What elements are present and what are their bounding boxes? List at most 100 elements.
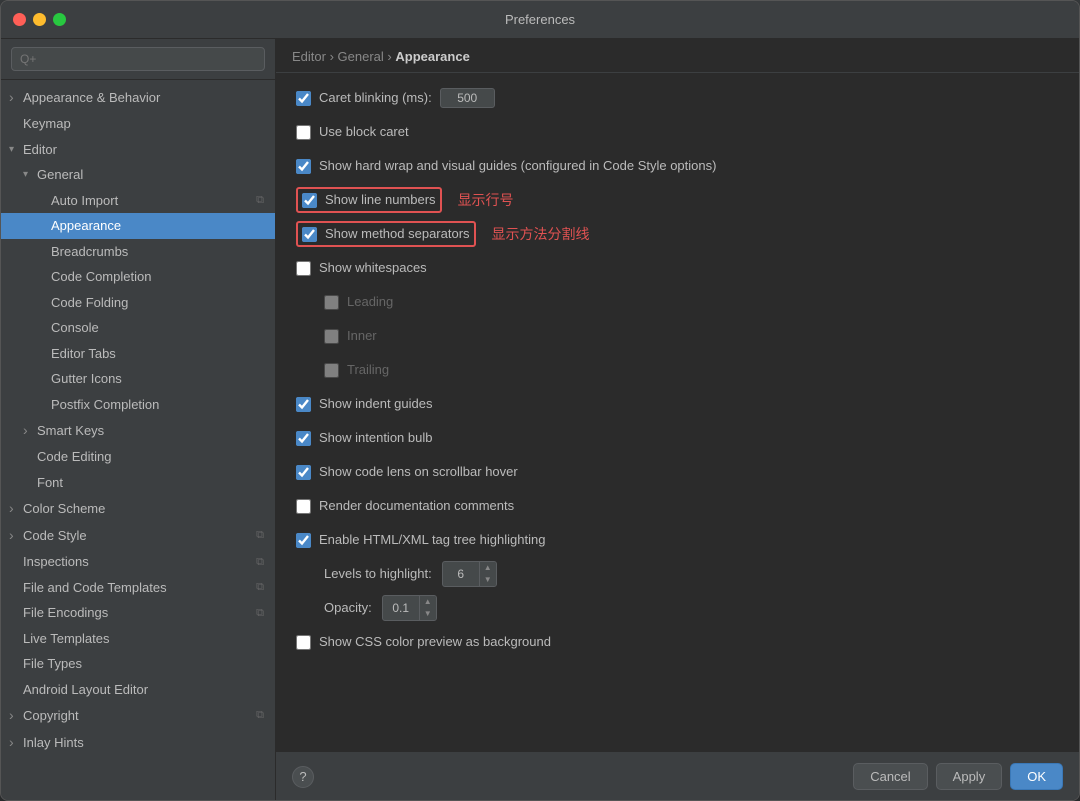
leading-row: Leading (296, 289, 1059, 315)
show-indent-guides-label: Show indent guides (319, 395, 432, 413)
sidebar-item-postfix-completion[interactable]: Postfix Completion (1, 392, 275, 418)
sidebar-item-code-folding[interactable]: Code Folding (1, 290, 275, 316)
show-indent-guides-checkbox[interactable] (296, 397, 311, 412)
show-line-numbers-checkbox[interactable] (302, 193, 317, 208)
sidebar-item-general[interactable]: General (1, 162, 275, 188)
show-hard-wrap-row: Show hard wrap and visual guides (config… (296, 153, 1059, 179)
copy-icon: ⧉ (253, 193, 267, 207)
caret-blinking-row: Caret blinking (ms): (296, 85, 1059, 111)
settings-content: Caret blinking (ms): Use block caret Sho… (276, 73, 1079, 752)
sidebar-item-editor[interactable]: Editor (1, 137, 275, 163)
use-block-caret-checkbox[interactable] (296, 125, 311, 140)
maximize-button[interactable] (53, 13, 66, 26)
preferences-dialog: Preferences Appearance & Behavior Keymap (0, 0, 1080, 801)
breadcrumb-appearance: Appearance (395, 49, 469, 64)
sidebar-item-android-layout-editor[interactable]: Android Layout Editor (1, 677, 275, 703)
sidebar-item-label: Code Folding (51, 293, 128, 313)
opacity-down-button[interactable]: ▼ (420, 608, 436, 620)
minimize-button[interactable] (33, 13, 46, 26)
caret-blinking-checkbox[interactable] (296, 91, 311, 106)
sidebar-item-color-scheme[interactable]: Color Scheme (1, 495, 275, 522)
sidebar-item-file-types[interactable]: File Types (1, 651, 275, 677)
render-doc-comments-row: Render documentation comments (296, 493, 1059, 519)
sidebar-item-console[interactable]: Console (1, 315, 275, 341)
search-box (1, 39, 275, 80)
render-doc-comments-checkbox[interactable] (296, 499, 311, 514)
arrow-icon (9, 705, 23, 726)
cancel-button[interactable]: Cancel (853, 763, 927, 790)
apply-button[interactable]: Apply (936, 763, 1003, 790)
breadcrumb: Editor › General › Appearance (276, 39, 1079, 73)
spinner-up-button[interactable]: ▲ (480, 562, 496, 574)
sidebar-item-gutter-icons[interactable]: Gutter Icons (1, 366, 275, 392)
sidebar-item-label: Postfix Completion (51, 395, 159, 415)
sidebar-item-code-editing[interactable]: Code Editing (1, 444, 275, 470)
inner-checkbox[interactable] (324, 329, 339, 344)
close-button[interactable] (13, 13, 26, 26)
show-css-preview-label: Show CSS color preview as background (319, 633, 551, 651)
sidebar-item-label: Code Completion (51, 267, 151, 287)
opacity-up-button[interactable]: ▲ (420, 596, 436, 608)
sidebar-item-label: Appearance (51, 216, 121, 236)
sidebar-item-live-templates[interactable]: Live Templates (1, 626, 275, 652)
sidebar-item-copyright[interactable]: Copyright ⧉ (1, 702, 275, 729)
annotation-method-separators: 显示方法分割线 (492, 224, 590, 244)
show-line-numbers-label: Show line numbers (325, 191, 436, 209)
caret-blinking-label: Caret blinking (ms): (319, 89, 432, 107)
opacity-spinner-buttons: ▲ ▼ (419, 596, 436, 620)
opacity-label: Opacity: (324, 599, 372, 617)
enable-html-xml-checkbox[interactable] (296, 533, 311, 548)
breadcrumb-general: General (338, 49, 384, 64)
sidebar-item-breadcrumbs[interactable]: Breadcrumbs (1, 239, 275, 265)
sidebar-item-editor-tabs[interactable]: Editor Tabs (1, 341, 275, 367)
opacity-row: Opacity: 0.1 ▲ ▼ (296, 595, 1059, 621)
sidebar-item-inlay-hints[interactable]: Inlay Hints (1, 729, 275, 756)
leading-checkbox[interactable] (324, 295, 339, 310)
copy-icon: ⧉ (253, 580, 267, 594)
ok-button[interactable]: OK (1010, 763, 1063, 790)
enable-html-xml-label: Enable HTML/XML tag tree highlighting (319, 531, 545, 549)
sidebar-item-label: Code Style (23, 526, 87, 546)
trailing-checkbox[interactable] (324, 363, 339, 378)
use-block-caret-label: Use block caret (319, 123, 409, 141)
show-code-lens-checkbox[interactable] (296, 465, 311, 480)
sidebar-item-label: General (37, 165, 83, 185)
sidebar-item-code-style[interactable]: Code Style ⧉ (1, 522, 275, 549)
arrow-icon (9, 732, 23, 753)
dialog-footer: ? Cancel Apply OK (276, 752, 1079, 800)
show-line-numbers-highlight: Show line numbers (296, 187, 442, 213)
sidebar-item-label: Auto Import (51, 191, 118, 211)
sidebar-item-label: Console (51, 318, 99, 338)
sidebar-item-label: Appearance & Behavior (23, 88, 160, 108)
help-button[interactable]: ? (292, 766, 314, 788)
show-css-preview-checkbox[interactable] (296, 635, 311, 650)
sidebar-item-appearance-behavior[interactable]: Appearance & Behavior (1, 84, 275, 111)
caret-blinking-input[interactable] (440, 88, 495, 108)
sidebar-item-code-completion[interactable]: Code Completion (1, 264, 275, 290)
show-hard-wrap-checkbox[interactable] (296, 159, 311, 174)
show-intention-bulb-checkbox[interactable] (296, 431, 311, 446)
trailing-row: Trailing (296, 357, 1059, 383)
sidebar-item-appearance[interactable]: Appearance (1, 213, 275, 239)
sidebar-item-auto-import[interactable]: Auto Import ⧉ (1, 188, 275, 214)
sidebar-item-file-code-templates[interactable]: File and Code Templates ⧉ (1, 575, 275, 601)
spinner-down-button[interactable]: ▼ (480, 574, 496, 586)
arrow-icon (23, 420, 37, 441)
sidebar-item-inspections[interactable]: Inspections ⧉ (1, 549, 275, 575)
arrow-icon (9, 87, 23, 108)
sidebar-item-label: File Encodings (23, 603, 108, 623)
sidebar-item-file-encodings[interactable]: File Encodings ⧉ (1, 600, 275, 626)
sidebar-item-smart-keys[interactable]: Smart Keys (1, 417, 275, 444)
show-whitespaces-checkbox[interactable] (296, 261, 311, 276)
sidebar-item-font[interactable]: Font (1, 470, 275, 496)
show-intention-bulb-row: Show intention bulb (296, 425, 1059, 451)
sidebar-item-keymap[interactable]: Keymap (1, 111, 275, 137)
show-method-separators-checkbox[interactable] (302, 227, 317, 242)
show-whitespaces-label: Show whitespaces (319, 259, 427, 277)
show-code-lens-label: Show code lens on scrollbar hover (319, 463, 518, 481)
opacity-value: 0.1 (383, 599, 419, 617)
sidebar-item-label: Font (37, 473, 63, 493)
levels-to-highlight-label: Levels to highlight: (324, 565, 432, 583)
search-input[interactable] (11, 47, 265, 71)
render-doc-comments-label: Render documentation comments (319, 497, 514, 515)
